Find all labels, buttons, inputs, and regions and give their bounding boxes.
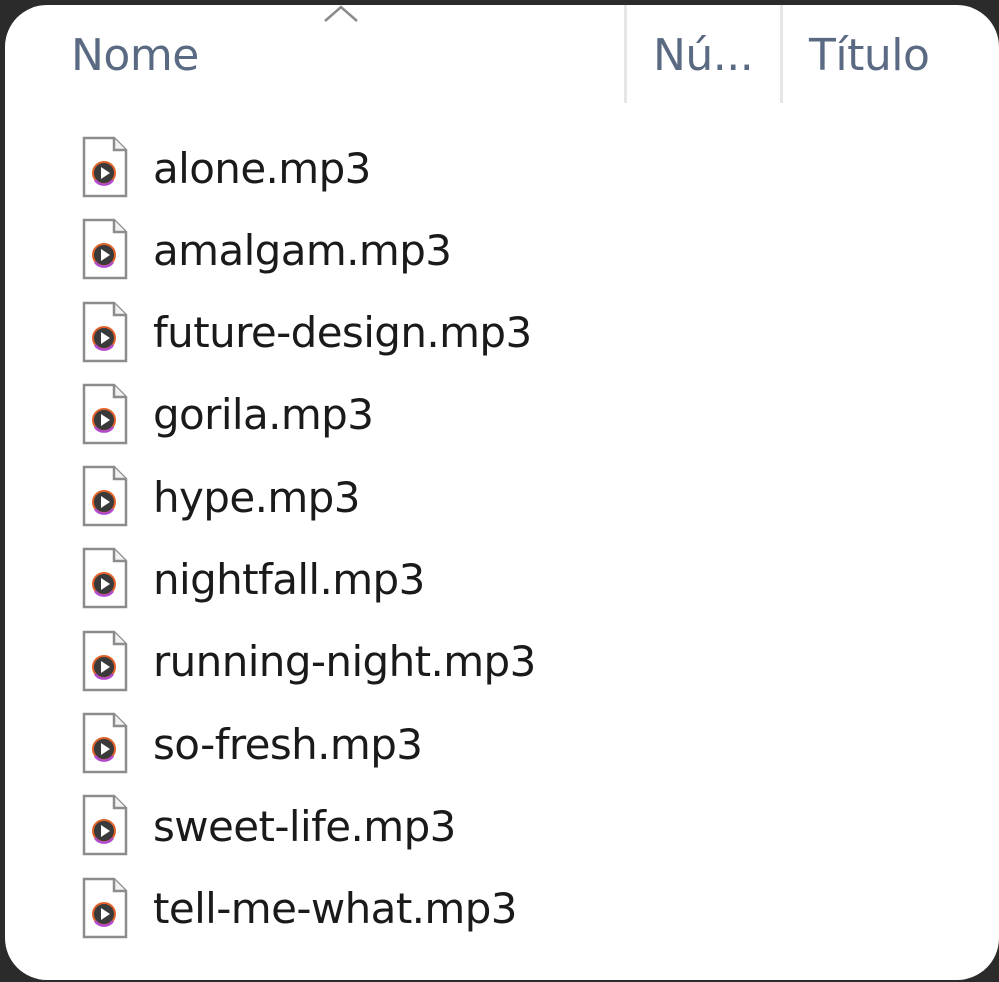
column-header-title[interactable]: Título [809, 5, 999, 105]
file-row[interactable]: future-design.mp3 [5, 292, 999, 374]
column-header-number[interactable]: Nú... [653, 5, 781, 105]
file-name: running-night.mp3 [153, 637, 536, 687]
file-name: alone.mp3 [153, 143, 371, 193]
audio-file-icon [82, 465, 128, 527]
file-name: hype.mp3 [153, 472, 360, 522]
file-row[interactable]: hype.mp3 [5, 456, 999, 538]
file-row[interactable]: alone.mp3 [5, 127, 999, 209]
audio-file-icon [82, 630, 128, 692]
file-list: alone.mp3 amalgam.mp3 future-design.mp3 [5, 127, 999, 950]
file-row[interactable]: amalgam.mp3 [5, 209, 999, 291]
file-name: sweet-life.mp3 [153, 801, 456, 851]
file-list-panel: Nome Nú... Título alone.mp3 amalgam.mp3 [5, 5, 999, 980]
column-divider[interactable] [624, 5, 627, 103]
file-row[interactable]: running-night.mp3 [5, 621, 999, 703]
file-name: nightfall.mp3 [153, 554, 425, 604]
audio-file-icon [82, 795, 128, 856]
audio-file-icon [82, 219, 128, 280]
file-name: gorila.mp3 [153, 390, 374, 440]
file-row[interactable]: gorila.mp3 [5, 374, 999, 456]
file-row[interactable]: so-fresh.mp3 [5, 703, 999, 785]
audio-file-icon [82, 877, 128, 938]
file-name: so-fresh.mp3 [153, 719, 423, 769]
file-row[interactable]: sweet-life.mp3 [5, 785, 999, 867]
file-row[interactable]: tell-me-what.mp3 [5, 868, 999, 950]
column-divider[interactable] [780, 5, 783, 103]
audio-file-icon [82, 383, 128, 445]
file-name: amalgam.mp3 [153, 225, 452, 275]
file-name: tell-me-what.mp3 [153, 884, 518, 934]
audio-file-icon [82, 712, 128, 774]
audio-file-icon [82, 301, 128, 362]
column-header: Nome Nú... Título [5, 5, 999, 105]
audio-file-icon [82, 136, 128, 198]
audio-file-icon [82, 548, 128, 609]
file-row[interactable]: nightfall.mp3 [5, 538, 999, 620]
file-name: future-design.mp3 [153, 308, 532, 358]
column-header-name[interactable]: Nome [71, 5, 625, 105]
